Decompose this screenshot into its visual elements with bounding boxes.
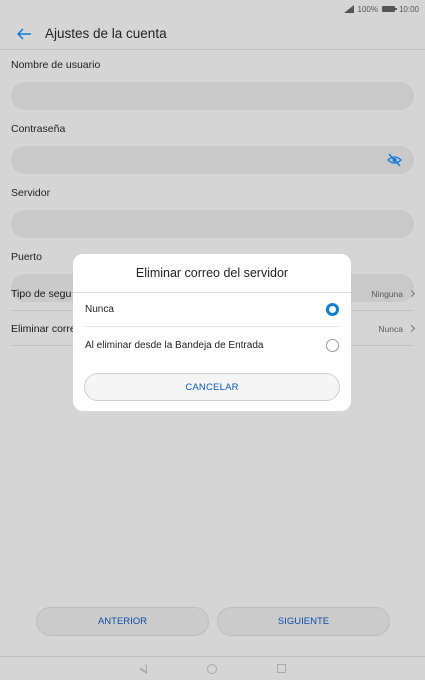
clock: 10:00 <box>398 4 419 14</box>
nav-recents-icon[interactable] <box>277 664 286 673</box>
radio-selected[interactable] <box>326 303 339 316</box>
previous-button[interactable]: ANTERIOR <box>36 607 209 636</box>
dialog-title: Eliminar correo del servidor <box>135 266 289 280</box>
delete-email-value: Nunca <box>378 323 403 334</box>
password-label: Contraseña <box>11 123 66 135</box>
option-label: Nunca <box>85 304 114 315</box>
cancel-button[interactable]: CANCELAR <box>84 373 340 401</box>
password-field[interactable] <box>11 146 414 174</box>
option-label: Al eliminar desde la Bandeja de Entrada <box>85 339 264 351</box>
hide-password-icon[interactable] <box>387 153 402 167</box>
navigation-bar <box>0 656 425 680</box>
option-on-delete-from-inbox[interactable]: Al eliminar desde la Bandeja de Entrada <box>85 328 339 362</box>
username-field[interactable] <box>11 82 414 110</box>
page-title: Ajustes de la cuenta <box>45 26 167 41</box>
delete-email-label: Eliminar corre <box>11 322 76 335</box>
battery-icon <box>381 6 397 12</box>
status-bar: 100% 10:00 <box>0 0 425 18</box>
chevron-right-icon <box>407 324 416 333</box>
delete-email-dialog: Eliminar correo del servidor Nunca Al el… <box>73 254 351 411</box>
battery-percent: 100% <box>357 4 378 14</box>
option-never[interactable]: Nunca <box>85 293 339 327</box>
back-arrow-icon[interactable] <box>17 26 33 42</box>
server-field[interactable] <box>11 210 414 238</box>
signal-icon <box>343 5 354 13</box>
chevron-right-icon <box>407 289 416 298</box>
app-bar: Ajustes de la cuenta <box>0 18 425 50</box>
nav-home-icon[interactable] <box>207 663 217 674</box>
security-type-label: Tipo de segu <box>11 287 72 300</box>
server-label: Servidor <box>11 187 51 199</box>
radio-unselected[interactable] <box>326 338 339 352</box>
username-label: Nombre de usuario <box>11 59 101 71</box>
security-type-value: Ninguna <box>371 288 403 299</box>
next-button[interactable]: SIGUIENTE <box>217 607 390 636</box>
nav-back-icon[interactable] <box>139 663 147 674</box>
